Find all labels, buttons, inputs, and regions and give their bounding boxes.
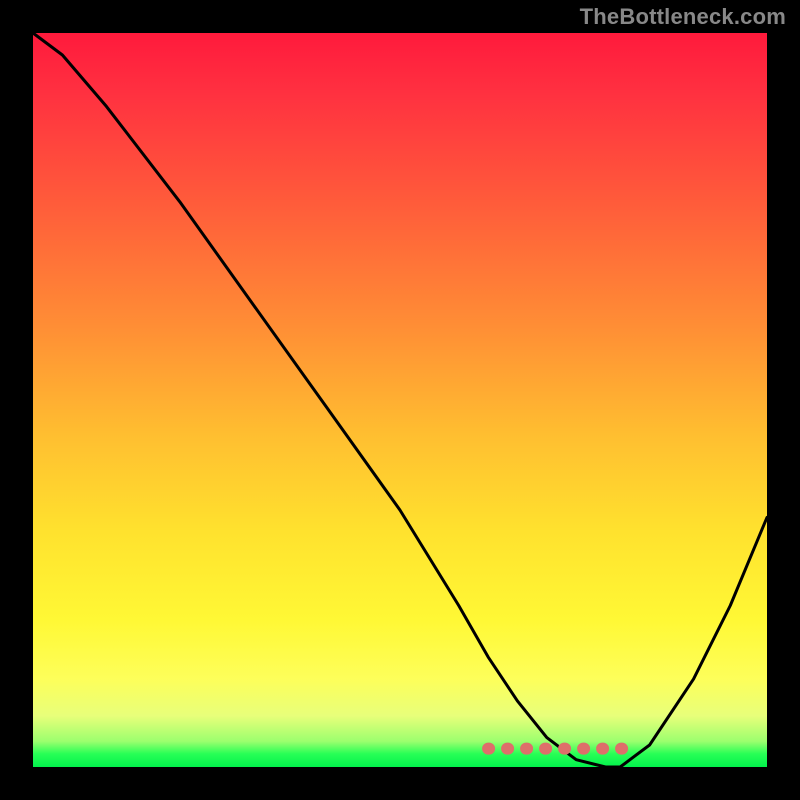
watermark-text: TheBottleneck.com bbox=[580, 4, 786, 30]
bottleneck-curve bbox=[33, 33, 767, 767]
curve-layer bbox=[33, 33, 767, 767]
plot-area bbox=[33, 33, 767, 767]
chart-frame: TheBottleneck.com bbox=[0, 0, 800, 800]
